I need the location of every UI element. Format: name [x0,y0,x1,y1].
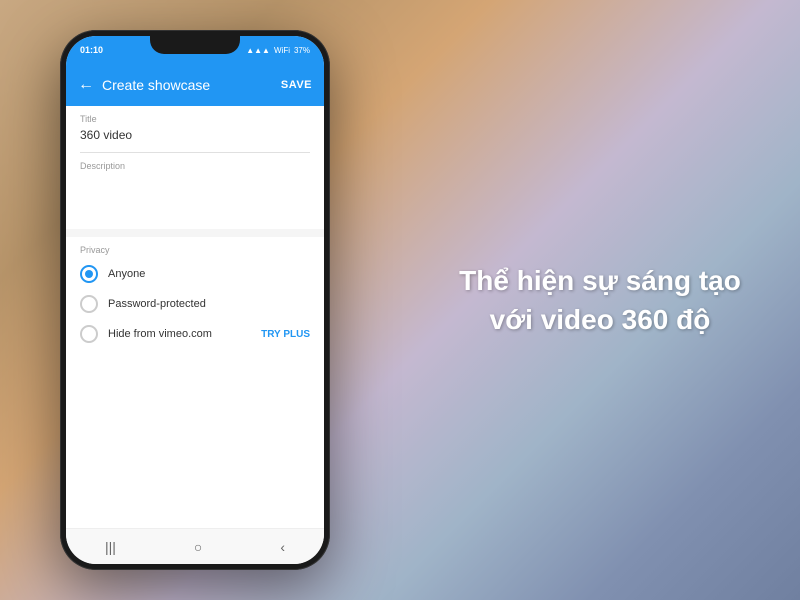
promo-line2: với video 360 độ [490,304,711,335]
promo-text: Thể hiện sự sáng tạo với video 360 độ [450,261,750,339]
form-content: Title 360 video Description Privacy Anyo… [66,106,324,528]
notch [150,36,240,54]
try-plus-badge[interactable]: TRY PLUS [261,329,310,340]
back-button[interactable]: ← [78,76,94,94]
title-label: Title [80,114,310,124]
signal-icon: ▲▲▲ [246,46,270,55]
header-left: ← Create showcase [78,76,210,94]
promo-line1: Thể hiện sự sáng tạo [459,265,741,296]
status-bar: 01:10 ▲▲▲ WiFi 37% [66,36,324,64]
privacy-option-anyone[interactable]: Anyone [80,265,310,283]
radio-hide[interactable] [80,325,98,343]
description-label: Description [80,161,310,171]
phone-screen: 01:10 ▲▲▲ WiFi 37% ← Create showcase SAV… [66,36,324,564]
radio-anyone-label: Anyone [108,268,145,280]
radio-anyone[interactable] [80,265,98,283]
recents-button[interactable]: ||| [105,539,116,555]
home-button[interactable]: ○ [194,539,202,555]
description-input[interactable] [80,175,310,225]
save-button[interactable]: SAVE [281,79,312,91]
bottom-nav: ||| ○ ‹ [66,528,324,564]
privacy-option-password[interactable]: Password-protected [80,295,310,313]
battery-icon: 37% [294,46,310,55]
header-title: Create showcase [102,77,210,93]
section-divider [66,229,324,237]
privacy-option-hide[interactable]: Hide from vimeo.com TRY PLUS [80,325,310,343]
status-time: 01:10 [80,45,103,55]
phone-shell: 01:10 ▲▲▲ WiFi 37% ← Create showcase SAV… [60,30,330,570]
status-icons: ▲▲▲ WiFi 37% [246,46,310,55]
radio-password-label: Password-protected [108,298,206,310]
wifi-icon: WiFi [274,46,290,55]
title-section: Title 360 video [66,106,324,152]
radio-password[interactable] [80,295,98,313]
back-nav-button[interactable]: ‹ [280,539,285,555]
description-section: Description [66,153,324,229]
privacy-label: Privacy [80,245,310,255]
privacy-section: Privacy Anyone Password-protected Hide f… [66,237,324,363]
title-value[interactable]: 360 video [80,128,310,148]
radio-hide-label: Hide from vimeo.com [108,328,212,340]
app-header: ← Create showcase SAVE [66,64,324,106]
